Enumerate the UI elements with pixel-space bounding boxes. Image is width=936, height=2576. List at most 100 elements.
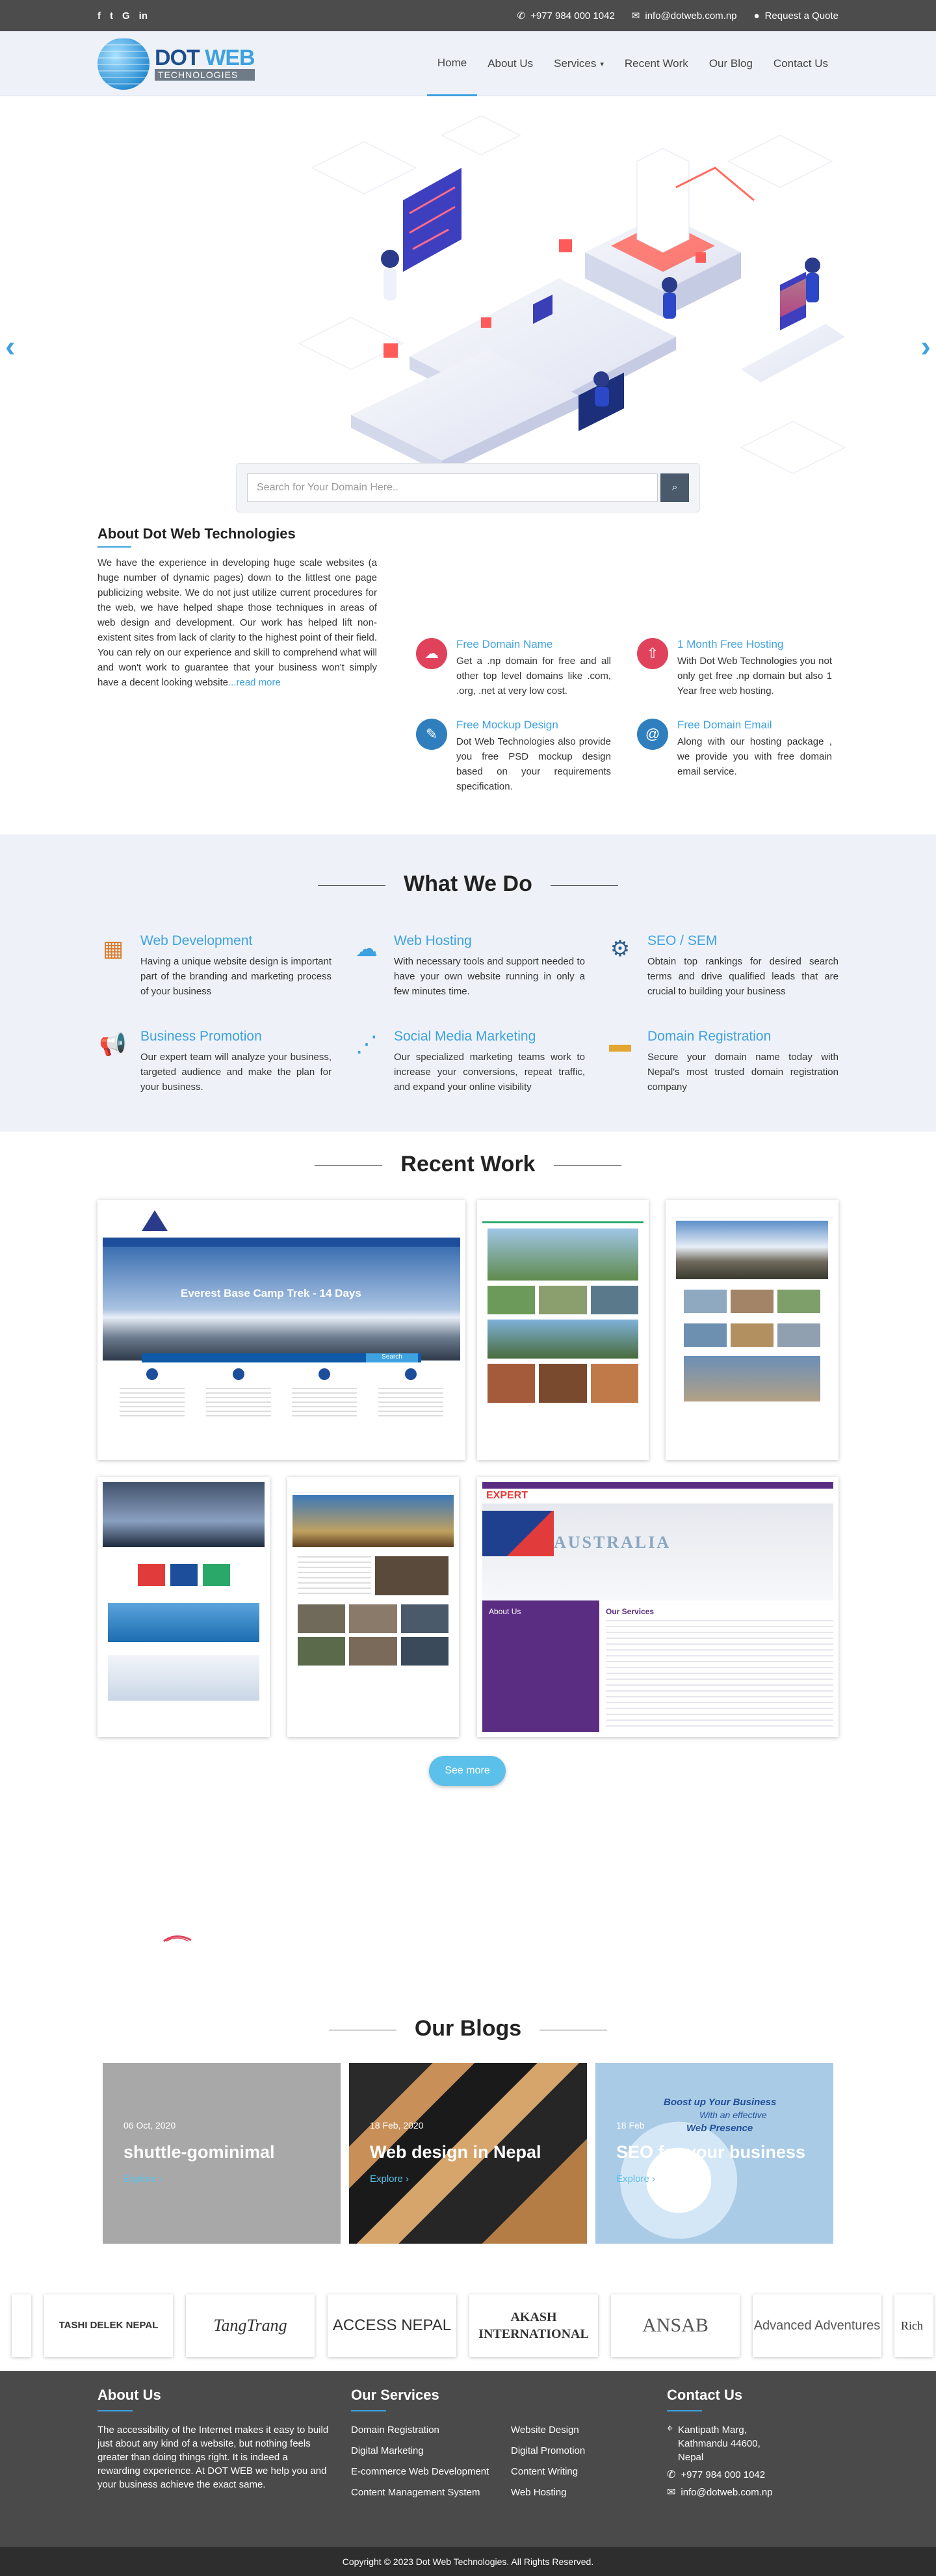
nav-contact[interactable]: Contact Us	[763, 31, 838, 96]
share-icon: ⋰	[356, 1032, 378, 1057]
service-text: Our specialized marketing teams work to …	[394, 1052, 585, 1093]
blog-date: 06 Oct, 2020	[124, 2120, 176, 2131]
about-section: About Dot Web Technologies We have the e…	[98, 525, 377, 690]
seo-promo-line: Web Presence	[686, 2123, 753, 2134]
client-logo[interactable]: TangTrang	[186, 2294, 315, 2357]
client-logo[interactable]: AKASH INTERNATIONAL	[469, 2294, 598, 2357]
service-text: Our expert team will analyze your busine…	[140, 1052, 332, 1093]
footer-link[interactable]: Website Design	[511, 2423, 585, 2437]
footer-phone[interactable]: +977 984 000 1042	[681, 2468, 765, 2482]
upload-icon: ⇧	[637, 638, 668, 669]
mountain-logo-icon	[142, 1210, 168, 1231]
flag-image	[482, 1511, 554, 1556]
nav-recent-work[interactable]: Recent Work	[614, 31, 699, 96]
slider-next-icon[interactable]: ›	[921, 328, 931, 364]
blog-card[interactable]: 06 Oct, 2020 shuttle-gominimal Explore ›	[103, 2063, 341, 2244]
work-thumbnail[interactable]	[98, 1477, 270, 1737]
nav-home[interactable]: Home	[426, 31, 478, 96]
footer-link[interactable]: Domain Registration	[351, 2423, 494, 2437]
blog-title: SEO for your business	[616, 2142, 806, 2162]
footer-email[interactable]: info@dotweb.com.np	[681, 2486, 772, 2499]
blog-title: Web design in Nepal	[370, 2142, 541, 2162]
blog-card[interactable]: 18 Feb, 2020 Web design in Nepal Explore…	[349, 2063, 587, 2244]
logo-word-web: WEB	[205, 46, 255, 70]
footer-link[interactable]: Web Hosting	[511, 2486, 585, 2499]
blog-explore-link[interactable]: Explore ›	[124, 2173, 162, 2184]
footer-contact: Contact Us ⌖ Kantipath Marg, Kathmandu 44…	[667, 2387, 836, 2499]
feature-title: Free Domain Email	[677, 719, 772, 731]
work-logo-text: EXPERT	[482, 1489, 833, 1504]
blog-explore-link[interactable]: Explore ›	[616, 2173, 655, 2184]
logo-word-dot: DOT	[155, 46, 200, 70]
work-thumbnail[interactable]	[287, 1477, 459, 1737]
footer-link[interactable]: Content Writing	[511, 2465, 585, 2478]
work-thumbnail[interactable]	[477, 1200, 649, 1460]
feature-text: Get a .np domain for free and all other …	[456, 656, 611, 697]
work-thumbnail[interactable]	[666, 1200, 838, 1460]
service-web-development[interactable]: ▦ Web Development Having a unique website…	[98, 933, 332, 999]
about-title: About Dot Web Technologies	[98, 525, 296, 542]
footer-link[interactable]: Digital Marketing	[351, 2444, 494, 2458]
service-social-media[interactable]: ⋰ Social Media Marketing Our specialized …	[351, 1029, 585, 1095]
blog-date: 18 Feb	[616, 2120, 645, 2131]
feature-free-hosting: ⇧ 1 Month Free Hosting With Dot Web Techn…	[637, 638, 832, 698]
top-email[interactable]: ✉ info@dotweb.com.np	[631, 10, 737, 22]
service-web-hosting[interactable]: ☁ Web Hosting With necessary tools and su…	[351, 933, 585, 999]
megaphone-icon: 📢	[99, 1032, 127, 1057]
feature-text: Dot Web Technologies also provide you fr…	[456, 736, 611, 792]
blog-card[interactable]: Boost up Your Business With an effective…	[595, 2063, 833, 2244]
blog-explore-link[interactable]: Explore ›	[370, 2173, 409, 2184]
service-title: Web Development	[140, 933, 253, 948]
see-more-button[interactable]: See more	[429, 1756, 506, 1786]
service-seo[interactable]: ⚙ SEO / SEM Obtain top rankings for desir…	[604, 933, 838, 999]
facebook-icon[interactable]: f	[98, 10, 101, 21]
client-logo[interactable]: ANSAB	[611, 2294, 740, 2357]
service-domain-registration[interactable]: ▬ Domain Registration Secure your domain …	[604, 1029, 838, 1095]
client-logo[interactable]: TASHI DELEK NEPAL	[44, 2294, 173, 2357]
footer-link[interactable]: Digital Promotion	[511, 2444, 585, 2458]
feature-title: 1 Month Free Hosting	[677, 638, 784, 650]
footer-services: Our Services Domain Registration Digital…	[351, 2387, 624, 2506]
domain-search-input[interactable]: Search for Your Domain Here..	[247, 473, 658, 502]
request-quote-link[interactable]: ● Request a Quote	[754, 10, 838, 21]
top-bar: f t G in ✆ +977 984 000 1042 ✉ info@dotweb…	[0, 0, 936, 31]
footer-link[interactable]: E-commerce Web Development	[351, 2465, 494, 2478]
site-footer: About Us The accessibility of the Intern…	[0, 2371, 936, 2547]
service-title: Social Media Marketing	[394, 1029, 536, 1044]
nav-blog[interactable]: Our Blog	[699, 31, 763, 96]
footer-about: About Us The accessibility of the Intern…	[98, 2387, 332, 2491]
linkedin-icon[interactable]: in	[139, 10, 148, 21]
top-phone[interactable]: ✆ +977 984 000 1042	[517, 10, 615, 22]
nav-about[interactable]: About Us	[477, 31, 543, 96]
google-plus-icon[interactable]: G	[122, 10, 130, 21]
work-thumbnail[interactable]: EXPERT AUSTRALIA About Us Our Services	[477, 1477, 838, 1737]
service-title: SEO / SEM	[647, 933, 718, 948]
globe-logo-icon	[98, 38, 150, 90]
phone-icon: ✆	[517, 10, 526, 21]
service-text: With necessary tools and support needed …	[394, 956, 585, 997]
envelope-icon: ✉	[631, 10, 640, 21]
service-title: Domain Registration	[647, 1029, 772, 1044]
footer-about-text: The accessibility of the Internet makes …	[98, 2424, 329, 2490]
client-logo[interactable]: ACCESS NEPAL	[328, 2294, 456, 2357]
section-title: Our Blogs	[414, 2016, 522, 2041]
what-we-do-section: What We Do ▦ Web Development Having a uni…	[0, 834, 936, 1132]
client-logo[interactable]	[12, 2294, 31, 2357]
twitter-icon[interactable]: t	[110, 10, 113, 21]
section-title: Recent Work	[400, 1152, 536, 1176]
slider-prev-icon[interactable]: ‹	[5, 328, 15, 364]
domain-search: Search for Your Domain Here.. ⌕	[236, 463, 700, 512]
search-button[interactable]: ⌕	[660, 473, 689, 502]
site-logo[interactable]: DOT WEB TECHNOLOGIES	[98, 38, 255, 90]
footer-link[interactable]: Content Management System	[351, 2486, 494, 2499]
at-sign-icon: @	[637, 719, 668, 750]
loading-brush-icon	[162, 1933, 192, 1943]
client-logo[interactable]: Rich	[894, 2294, 933, 2357]
client-logo[interactable]: Advanced Adventures	[753, 2294, 881, 2357]
nav-services[interactable]: Services ▾	[543, 31, 614, 96]
feature-free-domain: ☁ Free Domain Name Get a .np domain for f…	[416, 638, 611, 698]
work-thumbnail[interactable]: Everest Base Camp Trek - 14 Days Search	[98, 1200, 465, 1460]
read-more-link[interactable]: ...read more	[228, 677, 281, 688]
feature-text: With Dot Web Technologies you not only g…	[677, 656, 832, 697]
service-business-promotion[interactable]: 📢 Business Promotion Our expert team will…	[98, 1029, 332, 1095]
